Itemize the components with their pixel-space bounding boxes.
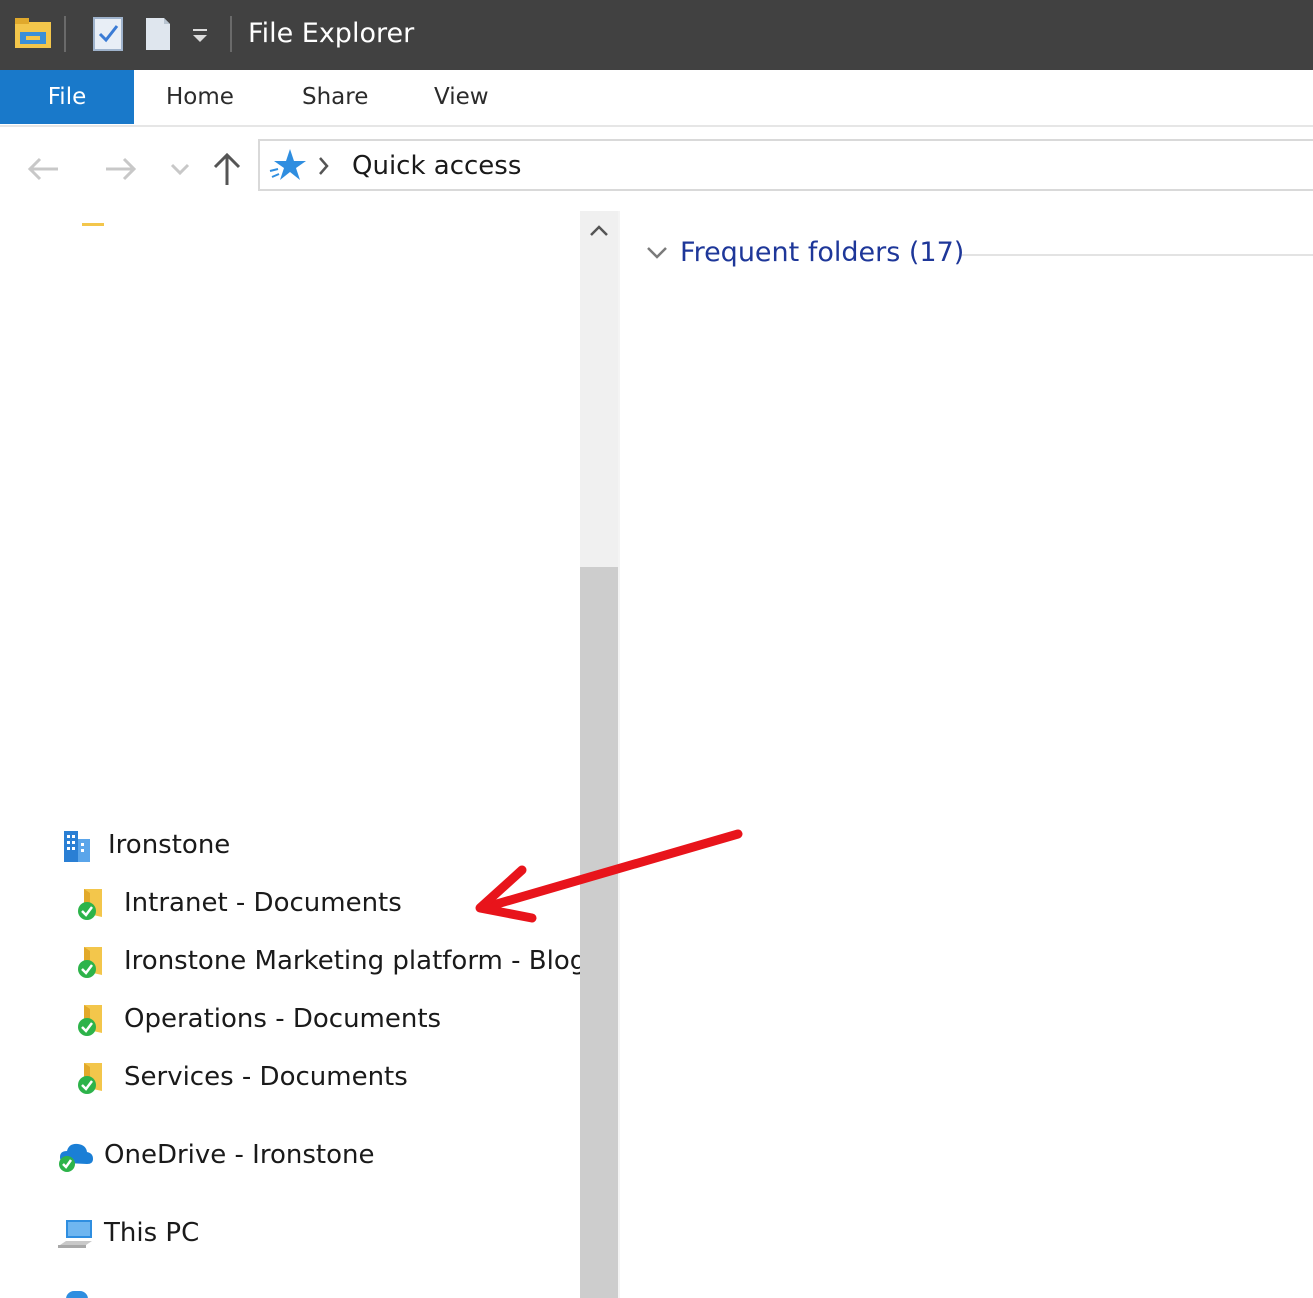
address-bar[interactable]: Quick access xyxy=(258,139,1313,191)
scroll-up-chevron-icon[interactable] xyxy=(586,215,612,245)
this-pc-icon xyxy=(58,1220,92,1248)
window-title: File Explorer xyxy=(248,18,415,49)
toolbar-separator xyxy=(230,16,232,52)
tab-view[interactable]: View xyxy=(434,70,489,124)
tree-item-label: OneDrive - Ironstone xyxy=(104,1140,375,1170)
file-explorer-icon[interactable] xyxy=(14,16,52,50)
network-icon-partial xyxy=(66,1291,88,1298)
toolbar-separator xyxy=(64,16,66,52)
building-icon xyxy=(64,831,90,862)
breadcrumb-quick-access[interactable]: Quick access xyxy=(352,149,521,183)
customize-toolbar-dropdown-icon[interactable] xyxy=(190,26,210,46)
tree-item-label: Intranet - Documents xyxy=(124,888,402,918)
tab-share[interactable]: Share xyxy=(302,70,368,124)
annotation-arrow-icon xyxy=(475,829,743,923)
navigation-bar: Quick access xyxy=(0,127,1313,211)
synced-folder-icon xyxy=(78,889,102,920)
tree-item-label: This PC xyxy=(104,1218,200,1248)
tree-item-label: Operations - Documents xyxy=(124,1004,442,1034)
forward-arrow-icon[interactable] xyxy=(100,149,140,189)
navigation-pane[interactable]: Ironstone Intranet - Documents Ironstone… xyxy=(0,211,580,1298)
ribbon-tabs: File Home Share View xyxy=(0,70,1313,127)
tree-item-label: Ironstone xyxy=(108,830,231,860)
tree-item-label: Ironstone Marketing platform - Blog xyxy=(124,946,580,976)
new-folder-icon[interactable] xyxy=(144,16,172,52)
synced-folder-icon xyxy=(78,947,102,978)
nav-pane-scrollbar[interactable] xyxy=(580,211,618,1298)
back-arrow-icon[interactable] xyxy=(24,149,64,189)
synced-folder-icon xyxy=(78,1063,102,1094)
content-pane[interactable]: Frequent folders (17) xyxy=(620,211,1313,1298)
group-title: Frequent folders (17) xyxy=(680,237,965,268)
recent-locations-chevron-icon[interactable] xyxy=(162,149,202,189)
tab-file[interactable]: File xyxy=(0,70,134,124)
properties-icon[interactable] xyxy=(92,16,124,52)
chevron-down-icon[interactable] xyxy=(644,239,670,265)
group-divider-line xyxy=(962,254,1313,256)
quick-access-star-icon xyxy=(269,149,306,180)
breadcrumb-chevron-icon[interactable] xyxy=(316,155,332,177)
title-bar: File Explorer xyxy=(0,0,1313,70)
folder-icon-partial xyxy=(82,223,104,226)
up-arrow-icon[interactable] xyxy=(207,149,247,189)
tree-item-label: Services - Documents xyxy=(124,1062,408,1092)
onedrive-icon xyxy=(59,1143,93,1172)
tab-home[interactable]: Home xyxy=(166,70,234,124)
synced-folder-icon xyxy=(78,1005,102,1036)
